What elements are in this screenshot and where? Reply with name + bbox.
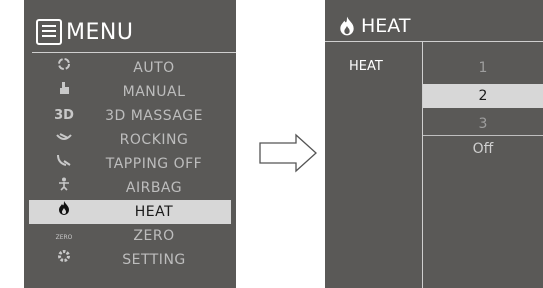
tapping-icon <box>54 152 74 176</box>
menu-item-label: MANUAL <box>122 84 186 100</box>
rocking-icon <box>54 128 74 152</box>
heat-option-label: Off <box>472 141 494 157</box>
heat-option-3[interactable]: 3 <box>423 110 543 138</box>
menu-item-3d-massage[interactable]: 3D 3D MASSAGE <box>24 104 236 128</box>
menu-panel: MENU AUTO MANUAL 3D 3D MASSAGE ROCKING T… <box>24 0 236 288</box>
heat-option-2[interactable]: 2 <box>423 84 543 108</box>
gear-icon <box>54 248 74 272</box>
menu-list: AUTO MANUAL 3D 3D MASSAGE ROCKING TAPPIN… <box>24 56 236 272</box>
hand-icon <box>54 80 74 104</box>
menu-item-tapping-off[interactable]: TAPPING OFF <box>24 152 236 176</box>
menu-title: MENU <box>66 19 134 45</box>
menu-item-airbag[interactable]: AIRBAG <box>24 176 236 200</box>
menu-item-label: TAPPING OFF <box>105 156 203 172</box>
option-separator <box>423 135 543 136</box>
menu-item-rocking[interactable]: ROCKING <box>24 128 236 152</box>
menu-item-label: HEAT <box>134 204 174 220</box>
zero-gravity-icon: ZERO <box>54 224 74 248</box>
menu-item-label: ZERO <box>133 228 175 244</box>
heat-header: HEAT <box>325 11 543 41</box>
arrow-right-icon <box>259 133 317 173</box>
refresh-icon <box>54 56 74 80</box>
heat-column-label: HEAT <box>349 59 383 74</box>
menu-header: MENU <box>24 13 236 51</box>
menu-item-label: AUTO <box>133 60 175 76</box>
menu-item-heat[interactable]: HEAT <box>29 200 231 224</box>
heat-option-off[interactable]: Off <box>423 138 543 160</box>
menu-item-zero[interactable]: ZERO ZERO <box>24 224 236 248</box>
flame-icon <box>54 200 74 224</box>
heat-option-label: 3 <box>478 116 488 132</box>
menu-item-label: ROCKING <box>119 132 189 148</box>
airbag-icon <box>54 176 74 200</box>
heat-option-1[interactable]: 1 <box>423 54 543 82</box>
menu-header-divider <box>32 52 236 53</box>
3d-icon: 3D <box>54 108 74 123</box>
menu-list-icon <box>36 19 62 45</box>
menu-item-setting[interactable]: SETTING <box>24 248 236 272</box>
flame-icon <box>340 16 354 36</box>
menu-item-label: 3D MASSAGE <box>105 108 203 124</box>
heat-options-list: 1 2 3 Off <box>423 54 543 160</box>
menu-item-label: AIRBAG <box>125 180 183 196</box>
menu-item-label: SETTING <box>122 252 186 268</box>
heat-title: HEAT <box>361 15 411 37</box>
menu-item-manual[interactable]: MANUAL <box>24 80 236 104</box>
heat-option-label: 1 <box>478 60 488 76</box>
zero-icon-label: ZERO <box>55 234 73 241</box>
menu-item-auto[interactable]: AUTO <box>24 56 236 80</box>
heat-panel: HEAT HEAT 1 2 3 Off <box>325 0 543 288</box>
heat-header-divider <box>325 41 543 42</box>
heat-option-label: 2 <box>478 88 488 104</box>
